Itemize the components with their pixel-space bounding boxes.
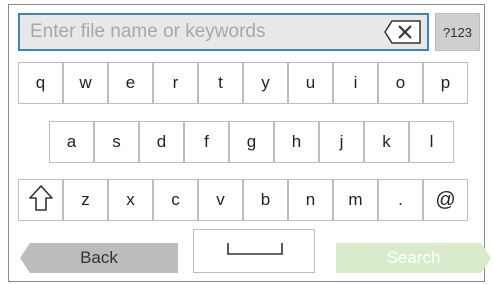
numeric-mode-label: ?123 xyxy=(443,24,472,40)
key-label: c xyxy=(171,190,180,209)
key-label: u xyxy=(305,73,316,92)
key-label: . xyxy=(398,190,403,209)
key-t[interactable]: t xyxy=(198,62,243,104)
backspace-icon[interactable] xyxy=(383,19,423,45)
key-at[interactable]: @ xyxy=(423,179,468,221)
key-label: z xyxy=(81,190,90,209)
key-label: w xyxy=(79,73,92,92)
key-label: v xyxy=(216,190,225,209)
key-l[interactable]: l xyxy=(409,121,454,163)
key-p[interactable]: p xyxy=(423,62,468,104)
key-label: q xyxy=(35,73,46,92)
key-r[interactable]: r xyxy=(153,62,198,104)
key-label: l xyxy=(429,132,434,151)
back-button[interactable]: Back xyxy=(20,243,178,273)
key-label: @ xyxy=(435,188,456,211)
key-label: p xyxy=(440,73,451,92)
key-label: h xyxy=(291,132,302,151)
search-field[interactable] xyxy=(18,13,429,51)
key-period[interactable]: . xyxy=(378,179,423,221)
key-label: o xyxy=(395,73,406,92)
shift-key[interactable] xyxy=(18,179,63,221)
key-q[interactable]: q xyxy=(18,62,63,104)
key-d[interactable]: d xyxy=(139,121,184,163)
key-label: r xyxy=(172,73,179,92)
key-c[interactable]: c xyxy=(153,179,198,221)
key-u[interactable]: u xyxy=(288,62,333,104)
space-bar-icon xyxy=(227,242,283,261)
search-button[interactable]: Search xyxy=(336,243,491,273)
search-label: Search xyxy=(386,248,441,267)
key-b[interactable]: b xyxy=(243,179,288,221)
key-m[interactable]: m xyxy=(333,179,378,221)
key-f[interactable]: f xyxy=(184,121,229,163)
key-label: j xyxy=(339,132,344,151)
key-i[interactable]: i xyxy=(333,62,378,104)
key-label: s xyxy=(112,132,121,151)
key-label: n xyxy=(305,190,316,209)
key-k[interactable]: k xyxy=(364,121,409,163)
key-s[interactable]: s xyxy=(94,121,139,163)
key-y[interactable]: y xyxy=(243,62,288,104)
key-label: f xyxy=(204,132,209,151)
key-label: x xyxy=(126,190,135,209)
key-o[interactable]: o xyxy=(378,62,423,104)
key-e[interactable]: e xyxy=(108,62,153,104)
back-label: Back xyxy=(80,248,118,267)
key-x[interactable]: x xyxy=(108,179,153,221)
key-a[interactable]: a xyxy=(49,121,94,163)
space-key[interactable] xyxy=(193,229,315,273)
key-label: y xyxy=(261,73,270,92)
numeric-mode-button[interactable]: ?123 xyxy=(435,13,480,51)
search-input[interactable] xyxy=(20,15,370,49)
key-label: b xyxy=(260,190,271,209)
key-label: m xyxy=(348,190,363,209)
shift-icon xyxy=(28,184,54,217)
key-j[interactable]: j xyxy=(319,121,364,163)
key-label: k xyxy=(382,132,391,151)
key-n[interactable]: n xyxy=(288,179,333,221)
key-label: g xyxy=(246,132,257,151)
key-w[interactable]: w xyxy=(63,62,108,104)
key-label: i xyxy=(353,73,358,92)
key-v[interactable]: v xyxy=(198,179,243,221)
key-label: d xyxy=(156,132,167,151)
key-label: t xyxy=(218,73,223,92)
key-h[interactable]: h xyxy=(274,121,319,163)
key-g[interactable]: g xyxy=(229,121,274,163)
key-label: e xyxy=(125,73,136,92)
key-z[interactable]: z xyxy=(63,179,108,221)
key-label: a xyxy=(66,132,77,151)
